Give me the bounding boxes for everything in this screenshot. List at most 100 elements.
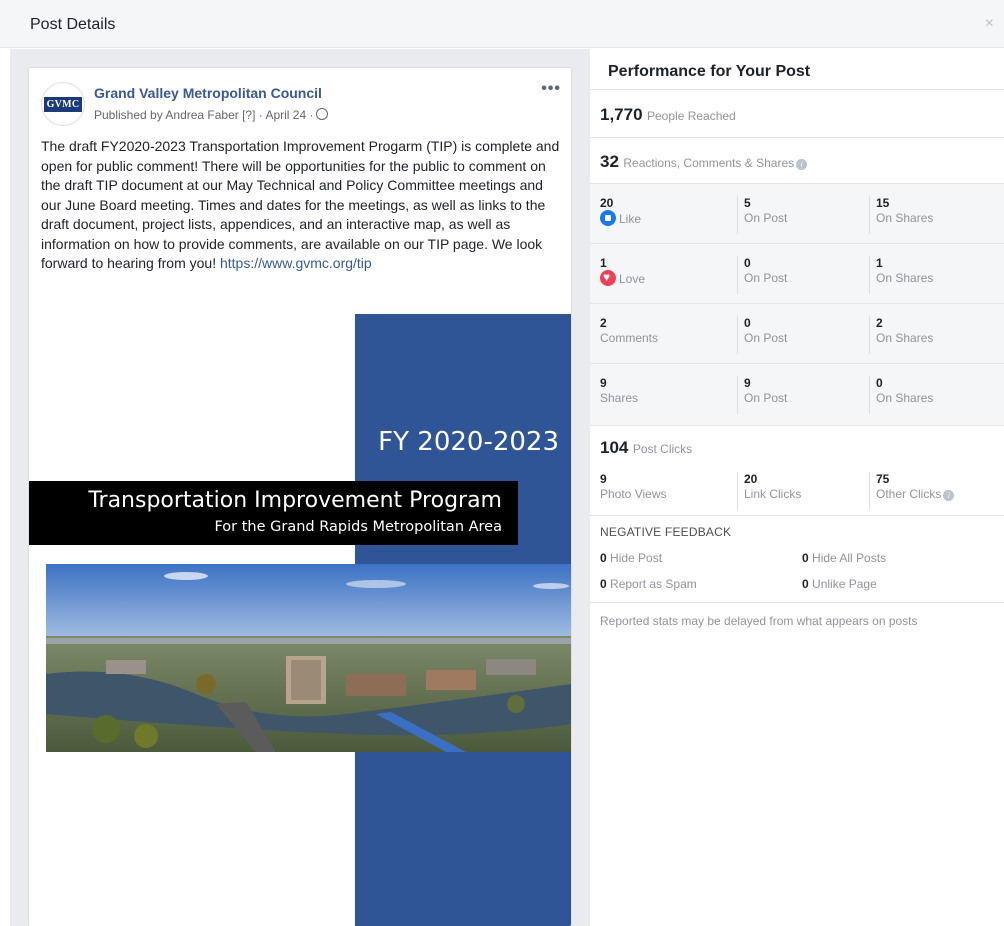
- gvmc-logo: GVMC: [43, 96, 83, 112]
- report-spam-label: Report as Spam: [610, 577, 697, 591]
- post-text: The draft FY2020-2023 Transportation Imp…: [41, 137, 563, 274]
- reactions-row: 32 Reactions, Comments & Shares i: [590, 137, 1004, 183]
- like-on-post-cell: 5 On Post: [737, 196, 787, 234]
- dialog-title: Post Details: [30, 16, 116, 33]
- page-name-link[interactable]: Grand Valley Metropolitan Council: [94, 85, 322, 101]
- city-aerial-photo: [46, 564, 571, 752]
- comments-on-post-cell: 0 On Post: [737, 316, 787, 354]
- close-icon[interactable]: ×: [985, 16, 994, 32]
- love-on-shares-count: 1: [876, 256, 883, 270]
- like-on-shares-count: 15: [876, 196, 890, 210]
- people-reached-row: 1,770 People Reached: [590, 89, 1004, 137]
- like-on-post-count: 5: [744, 196, 751, 210]
- shares-on-post-count: 9: [744, 376, 751, 390]
- cover-title: Transportation Improvement Program: [88, 488, 502, 513]
- link-clicks-count: 20: [744, 472, 758, 486]
- shares-on-post-label: On Post: [744, 391, 788, 405]
- cover-title-banner: Transportation Improvement Program For t…: [29, 481, 518, 545]
- shares-cell: 9 Shares: [600, 376, 638, 406]
- post-card: GVMC Grand Valley Metropolitan Council P…: [28, 67, 572, 926]
- cover-subtitle: For the Grand Rapids Metropolitan Area: [214, 519, 502, 535]
- shares-on-post-cell: 9 On Post: [737, 376, 787, 414]
- comments-on-shares-cell: 2 On Shares: [869, 316, 933, 354]
- stats-delay-note: Reported stats may be delayed from what …: [600, 614, 918, 628]
- post-link[interactable]: https://www.gvmc.org/tip: [220, 255, 372, 271]
- comments-on-post-count: 0: [744, 316, 751, 330]
- hide-all-posts-label: Hide All Posts: [812, 551, 887, 565]
- love-label: Love: [619, 272, 646, 286]
- like-cell: 20 Like: [600, 196, 641, 227]
- report-spam-count: 0: [600, 577, 607, 591]
- like-count: 20: [600, 196, 614, 210]
- hide-all-posts-count: 0: [802, 551, 809, 565]
- avatar[interactable]: GVMC: [41, 82, 85, 126]
- people-reached-value: 1,770: [600, 105, 643, 124]
- other-clicks-count: 75: [876, 472, 890, 486]
- reactions-summary: 32 Reactions, Comments & Shares i: [600, 152, 808, 172]
- unlike-page-count: 0: [802, 577, 809, 591]
- love-cell: 1 Love: [600, 256, 645, 287]
- divider: [590, 602, 1004, 603]
- hide-post-stat: 0 Hide Post: [600, 551, 662, 565]
- performance-title: Performance for Your Post: [608, 63, 811, 80]
- dialog-header: Post Details ×: [0, 0, 1004, 48]
- comments-on-shares-label: On Shares: [876, 331, 934, 345]
- comments-on-post-label: On Post: [744, 331, 788, 345]
- cover-image[interactable]: FY 2020-2023 Transportation Improvement …: [29, 314, 571, 926]
- like-on-shares-label: On Shares: [876, 211, 934, 225]
- unlike-page-label: Unlike Page: [812, 577, 877, 591]
- report-spam-stat: 0 Report as Spam: [600, 577, 697, 591]
- negative-feedback-title: NEGATIVE FEEDBACK: [600, 525, 732, 539]
- cover-fy-text: FY 2020-2023: [378, 427, 559, 457]
- more-options-icon[interactable]: •••: [541, 80, 561, 98]
- photo-views-cell: 9 Photo Views: [600, 472, 667, 502]
- globe-icon: [316, 108, 329, 120]
- like-on-shares-cell: 15 On Shares: [869, 196, 933, 234]
- shares-count: 9: [600, 376, 607, 390]
- performance-panel: Performance for Your Post 1,770 People R…: [590, 49, 1004, 926]
- hide-post-count: 0: [600, 551, 607, 565]
- love-row: 1 Love 0 On Post 1 On Shares: [590, 244, 1004, 304]
- love-icon: [600, 269, 616, 286]
- like-label: Like: [619, 212, 642, 226]
- reactions-value: 32: [600, 152, 619, 171]
- hide-all-posts-stat: 0 Hide All Posts: [802, 551, 886, 565]
- people-reached-label: People Reached: [647, 109, 736, 123]
- love-count: 1: [600, 256, 607, 270]
- other-clicks-label: Other Clicks: [876, 487, 942, 501]
- shares-on-shares-label: On Shares: [876, 391, 934, 405]
- hide-post-label: Hide Post: [610, 551, 663, 565]
- photo-views-label: Photo Views: [600, 487, 667, 501]
- info-icon[interactable]: i: [796, 159, 808, 170]
- love-on-post-count: 0: [744, 256, 751, 270]
- reactions-label: Reactions, Comments & Shares: [623, 156, 795, 170]
- shares-label: Shares: [600, 391, 639, 405]
- photo-views-count: 9: [600, 472, 607, 486]
- comments-count: 2: [600, 316, 607, 330]
- unlike-page-stat: 0 Unlike Page: [802, 577, 877, 591]
- love-on-post-label: On Post: [744, 271, 788, 285]
- byline-text: Published by Andrea Faber [?] · April 24…: [94, 108, 314, 122]
- shares-row: 9 Shares 9 On Post 0 On Shares: [590, 364, 1004, 424]
- shares-on-shares-cell: 0 On Shares: [869, 376, 933, 414]
- comments-cell: 2 Comments: [600, 316, 658, 346]
- comments-row: 2 Comments 0 On Post 2 On Shares: [590, 304, 1004, 364]
- post-clicks-label: Post Clicks: [632, 442, 693, 456]
- like-icon: [600, 210, 616, 226]
- other-clicks-cell: 75 Other Clicks i: [869, 472, 955, 510]
- post-byline: Published by Andrea Faber [?] · April 24…: [94, 108, 329, 122]
- link-clicks-cell: 20 Link Clicks: [737, 472, 801, 510]
- link-clicks-label: Link Clicks: [744, 487, 802, 501]
- comments-label: Comments: [600, 331, 659, 345]
- reactions-breakdown: 20 Like 5 On Post 15 On Shares 1 Love 0 …: [590, 183, 1004, 425]
- post-clicks-row: 104 Post Clicks 9 Photo Views 20 Link Cl…: [590, 425, 1004, 515]
- post-body: The draft FY2020-2023 Transportation Imp…: [41, 138, 560, 271]
- like-on-post-label: On Post: [744, 211, 788, 225]
- post-clicks: 104 Post Clicks: [600, 438, 692, 458]
- info-icon[interactable]: i: [943, 490, 955, 501]
- comments-on-shares-count: 2: [876, 316, 883, 330]
- love-on-post-cell: 0 On Post: [737, 256, 787, 294]
- love-on-shares-cell: 1 On Shares: [869, 256, 933, 294]
- people-reached: 1,770 People Reached: [600, 105, 736, 125]
- post-preview-area: GVMC Grand Valley Metropolitan Council P…: [10, 49, 590, 926]
